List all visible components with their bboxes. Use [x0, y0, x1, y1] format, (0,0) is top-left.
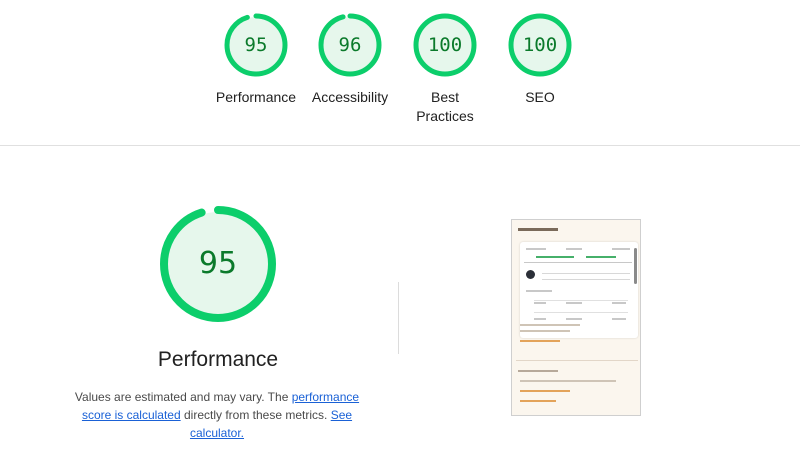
thumb-bar	[526, 248, 546, 250]
performance-gauge-large: 95	[158, 206, 278, 326]
gauge-label: Accessibility	[311, 89, 389, 105]
page-screenshot-thumbnail[interactable]	[511, 219, 641, 416]
thumb-bar	[534, 302, 546, 304]
desc-text: directly from these metrics.	[180, 408, 331, 422]
performance-score: 95	[198, 246, 238, 281]
thumb-avatar-dot	[526, 270, 535, 279]
thumb-section-title	[518, 370, 558, 372]
thumb-bar	[612, 248, 630, 250]
gauge-ring: 100	[507, 12, 573, 78]
lighthouse-report: 95 Performance 96 Accessibility 100 Best…	[0, 0, 800, 450]
thumb-bar	[566, 248, 582, 250]
thumb-bar	[526, 290, 552, 292]
gauge-ring: 100	[412, 12, 478, 78]
gauge-best-practices[interactable]: 100 Best Practices	[395, 12, 495, 126]
thumb-text	[520, 380, 616, 382]
thumb-green-bar	[536, 256, 574, 258]
thumb-bar	[534, 318, 546, 320]
gauge-label: Performance	[215, 89, 297, 105]
gauge-ring: 95	[223, 12, 289, 78]
gauge-score: 100	[427, 34, 463, 56]
gauge-accessibility[interactable]: 96 Accessibility	[300, 12, 400, 107]
performance-description: Values are estimated and may vary. The p…	[64, 388, 370, 442]
gauge-label: Best Practices	[416, 89, 474, 124]
vertical-divider	[398, 282, 399, 354]
gauge-label: SEO	[525, 89, 555, 105]
thumb-scrollbar	[634, 248, 637, 284]
gauge-score: 100	[522, 34, 558, 56]
thumb-bar	[542, 279, 630, 280]
thumb-bar	[542, 273, 630, 274]
thumb-green-bar	[586, 256, 616, 258]
thumb-bar	[612, 318, 626, 320]
thumb-text-accent	[520, 340, 560, 342]
desc-text: Values are estimated and may vary. The	[74, 390, 292, 404]
thumb-bar	[534, 312, 628, 313]
score-gauges-row: 95 Performance 96 Accessibility 100 Best…	[0, 0, 800, 146]
thumb-bar	[566, 318, 582, 320]
thumb-bar	[566, 302, 582, 304]
thumb-text-accent	[520, 390, 570, 392]
thumb-bar	[534, 300, 628, 301]
gauge-score: 96	[338, 34, 362, 56]
thumb-bar	[524, 262, 632, 263]
thumb-text-accent	[520, 400, 556, 402]
thumb-text	[520, 330, 570, 332]
thumb-text	[520, 324, 580, 326]
gauge-ring: 96	[317, 12, 383, 78]
performance-title: Performance	[157, 348, 279, 371]
gauge-seo[interactable]: 100 SEO	[490, 12, 590, 107]
thumb-header-bar	[518, 228, 558, 231]
gauge-score: 95	[244, 34, 268, 56]
gauge-performance[interactable]: 95 Performance	[206, 12, 306, 107]
thumb-bar	[612, 302, 626, 304]
thumb-divider	[516, 360, 638, 361]
